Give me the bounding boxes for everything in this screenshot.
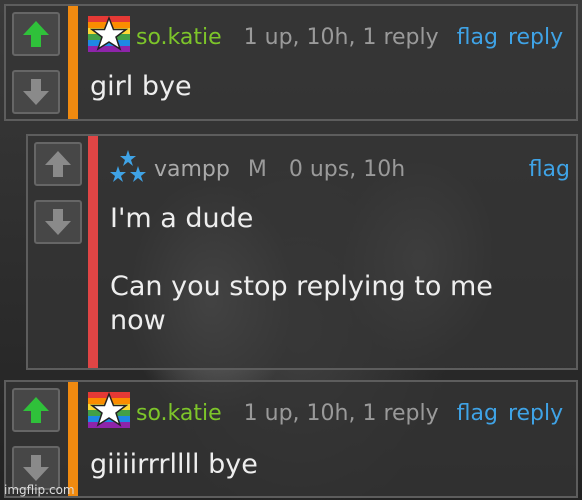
vote-column — [6, 382, 66, 496]
comment-body: giiiirrrllll bye — [90, 449, 258, 480]
downvote-button[interactable] — [12, 70, 60, 114]
comment-body: girl bye — [90, 71, 192, 102]
blue-stars-badge — [108, 148, 148, 190]
comment-3: so.katie 1 up, 10h, 1 reply flag reply g… — [4, 380, 578, 498]
comment-header: so.katie 1 up, 10h, 1 reply flag reply — [88, 391, 563, 434]
reply-depth-bar — [88, 136, 98, 368]
upvote-button[interactable] — [34, 142, 82, 186]
rainbow-star-badge — [88, 391, 130, 434]
mod-badge: M — [247, 156, 267, 182]
downvote-button[interactable] — [34, 200, 82, 244]
comment-meta: 1 up, 10h, 1 reply — [243, 24, 439, 50]
vote-column — [28, 136, 88, 368]
flag-link[interactable]: flag — [529, 157, 570, 182]
comment-body: I'm a dude Can you stop replying to me n… — [110, 203, 493, 336]
comment-meta: 0 ups, 10h — [288, 156, 406, 182]
reply-link[interactable]: reply — [508, 25, 563, 50]
comment-2: vampp M 0 ups, 10h flag I'm a dude Can y… — [26, 134, 578, 370]
comment-meta: 1 up, 10h, 1 reply — [243, 400, 439, 426]
imgflip-watermark: imgflip.com — [4, 483, 75, 497]
comment-header: so.katie 1 up, 10h, 1 reply flag reply — [88, 15, 563, 58]
comment-1: so.katie 1 up, 10h, 1 reply flag reply g… — [4, 4, 578, 121]
flag-link[interactable]: flag — [457, 25, 498, 50]
author-name[interactable]: so.katie — [136, 401, 222, 426]
arrow-down-icon — [23, 455, 49, 481]
reply-link[interactable]: reply — [508, 401, 563, 426]
comment-header: vampp M 0 ups, 10h flag — [108, 148, 570, 190]
arrow-down-icon — [23, 79, 49, 105]
author-name[interactable]: so.katie — [136, 25, 222, 50]
arrow-down-icon — [45, 209, 71, 235]
upvote-button[interactable] — [12, 12, 60, 56]
arrow-up-icon — [23, 397, 49, 423]
upvote-button[interactable] — [12, 388, 60, 432]
reply-depth-bar — [68, 6, 78, 119]
author-name[interactable]: vampp — [154, 157, 230, 182]
arrow-up-icon — [23, 21, 49, 47]
flag-link[interactable]: flag — [457, 401, 498, 426]
rainbow-star-badge — [88, 15, 130, 58]
reply-depth-bar — [68, 382, 78, 496]
arrow-up-icon — [45, 151, 71, 177]
vote-column — [6, 6, 66, 119]
